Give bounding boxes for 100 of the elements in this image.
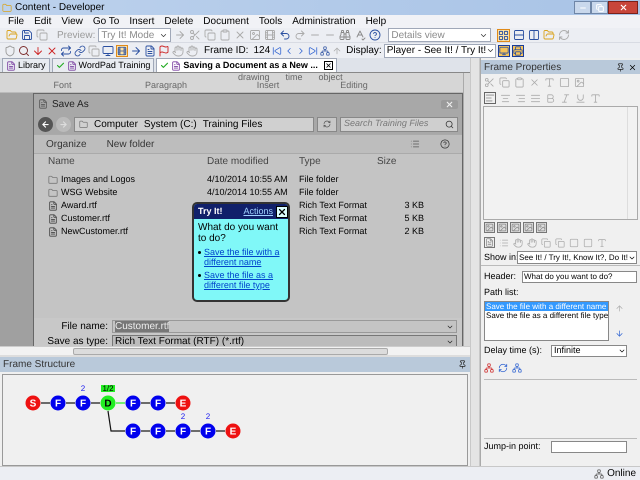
breadcrumb-item[interactable]: Training Files (202, 116, 262, 132)
path-item[interactable]: Save the file as a different file type (485, 310, 608, 320)
end-node[interactable]: E (176, 396, 190, 410)
branch-icon[interactable] (512, 362, 522, 372)
jump-in-field[interactable] (551, 440, 627, 452)
help-icon[interactable] (369, 29, 382, 41)
column-header[interactable]: Name (34, 154, 204, 169)
list-icon[interactable] (499, 238, 509, 248)
justify-icon[interactable] (530, 92, 541, 104)
document-tab[interactable]: Library (2, 58, 50, 72)
refresh-button[interactable] (317, 116, 337, 132)
menu-item[interactable]: Help (366, 14, 386, 29)
first-icon[interactable] (272, 46, 282, 56)
file-name[interactable]: Images and Logos (61, 173, 136, 186)
frame-node[interactable]: F (150, 424, 166, 438)
paste-icon[interactable] (219, 29, 232, 41)
frame-node[interactable]: F (50, 396, 66, 410)
address-bar[interactable]: Computer System (C:) Training Files (74, 116, 314, 132)
loop-icon[interactable] (498, 362, 508, 372)
image-icon[interactable] (510, 222, 521, 233)
document-tab[interactable]: WordPad Training (52, 58, 154, 72)
column-header[interactable]: Size (374, 154, 424, 169)
document-tab[interactable]: Saving a Document as a New ... (156, 58, 337, 72)
minimize-button[interactable] (574, 1, 591, 14)
hand-icon[interactable] (513, 238, 523, 248)
decision-node[interactable]: D (100, 396, 116, 410)
path-link[interactable]: Save the file with a different name (204, 247, 284, 267)
file-name[interactable]: WSG Website (61, 186, 118, 200)
undo-icon[interactable] (279, 29, 292, 41)
image-icon[interactable] (574, 76, 585, 88)
cut-icon[interactable] (484, 76, 495, 88)
copy-icon[interactable] (204, 29, 216, 41)
print-icon[interactable] (512, 44, 524, 56)
menu-item[interactable]: Administration (292, 14, 356, 29)
save-type-select[interactable]: Rich Text Format (RTF) (*.rtf) (112, 335, 457, 346)
file-name[interactable]: Award.rtf (61, 199, 97, 212)
font-icon[interactable] (544, 76, 555, 88)
player-icon[interactable] (498, 44, 510, 56)
hand-icon[interactable] (186, 44, 198, 56)
close-icon[interactable] (276, 206, 288, 218)
view-icon[interactable] (410, 139, 420, 149)
layout-icon[interactable] (528, 29, 540, 41)
last-icon[interactable] (308, 46, 318, 56)
image-icon[interactable] (536, 222, 547, 233)
header-field[interactable]: What do you want to do? (522, 270, 637, 282)
copy-icon[interactable] (499, 76, 510, 88)
horizontal-scrollbar[interactable] (0, 346, 470, 355)
display-select[interactable]: Player - See It! / Try It! (384, 44, 496, 58)
menu-item[interactable]: File (8, 14, 24, 29)
image-icon[interactable] (484, 222, 495, 233)
actions-link[interactable]: Actions (243, 204, 273, 218)
path-link[interactable]: Save the file as a different file type (204, 270, 284, 290)
menu-item[interactable]: Document (203, 14, 249, 29)
frame-node[interactable]: F (200, 424, 216, 438)
pin-icon[interactable] (458, 360, 467, 369)
new-folder-button[interactable]: New folder (106, 136, 390, 152)
film-icon[interactable] (116, 44, 128, 56)
menu-item[interactable]: View (61, 14, 83, 29)
link-icon[interactable] (74, 44, 86, 56)
font-icon[interactable] (590, 92, 601, 104)
document-icon[interactable] (484, 237, 495, 248)
loop-icon[interactable] (60, 44, 72, 56)
image-icon[interactable] (249, 29, 262, 41)
column-header[interactable]: Type (296, 154, 374, 169)
layout-icon[interactable] (497, 28, 510, 42)
text-editor[interactable] (483, 106, 638, 220)
frame-node[interactable]: F (76, 396, 90, 410)
delete-icon[interactable] (234, 29, 246, 41)
frame-node[interactable]: F (126, 396, 140, 410)
menu-item[interactable]: Insert (129, 14, 154, 29)
hand-icon[interactable] (527, 238, 537, 248)
file-name[interactable]: Customer.rtf (61, 212, 110, 226)
copy-icon[interactable] (541, 238, 551, 248)
screen-icon[interactable] (102, 44, 114, 56)
delete-icon[interactable] (529, 76, 540, 88)
copy-icon[interactable] (555, 238, 565, 248)
vertical-scrollbar[interactable] (463, 73, 470, 346)
frame-node[interactable]: F (176, 424, 190, 438)
help-icon[interactable] (440, 139, 450, 149)
find-icon[interactable] (339, 29, 352, 41)
scrollbar-thumb[interactable] (73, 348, 388, 354)
end-node[interactable]: E (226, 424, 240, 438)
show-in-select[interactable]: See It! / Try It!, Know It?, Do It! (517, 251, 637, 264)
file-name[interactable]: NewCustomer.rtf (61, 225, 128, 238)
frame-node[interactable]: F (150, 396, 166, 410)
search-icon[interactable] (18, 44, 30, 56)
save-icon[interactable] (21, 29, 33, 41)
path-list[interactable]: Save the file with a different name Save the file as a different file type (484, 300, 609, 340)
frame-icon[interactable] (559, 76, 570, 88)
hand-icon[interactable] (172, 44, 184, 56)
close-icon[interactable] (628, 62, 637, 72)
delete-icon[interactable] (46, 44, 58, 56)
menu-item[interactable]: Tools (258, 14, 282, 29)
column-header[interactable]: Date modified (204, 154, 296, 169)
frame-node[interactable]: F (126, 424, 140, 438)
back-button[interactable] (38, 116, 53, 132)
bold-icon[interactable] (545, 92, 556, 104)
align-left-icon[interactable] (484, 92, 496, 104)
menu-item[interactable]: Edit (34, 14, 52, 29)
align-center-icon[interactable] (500, 92, 511, 104)
